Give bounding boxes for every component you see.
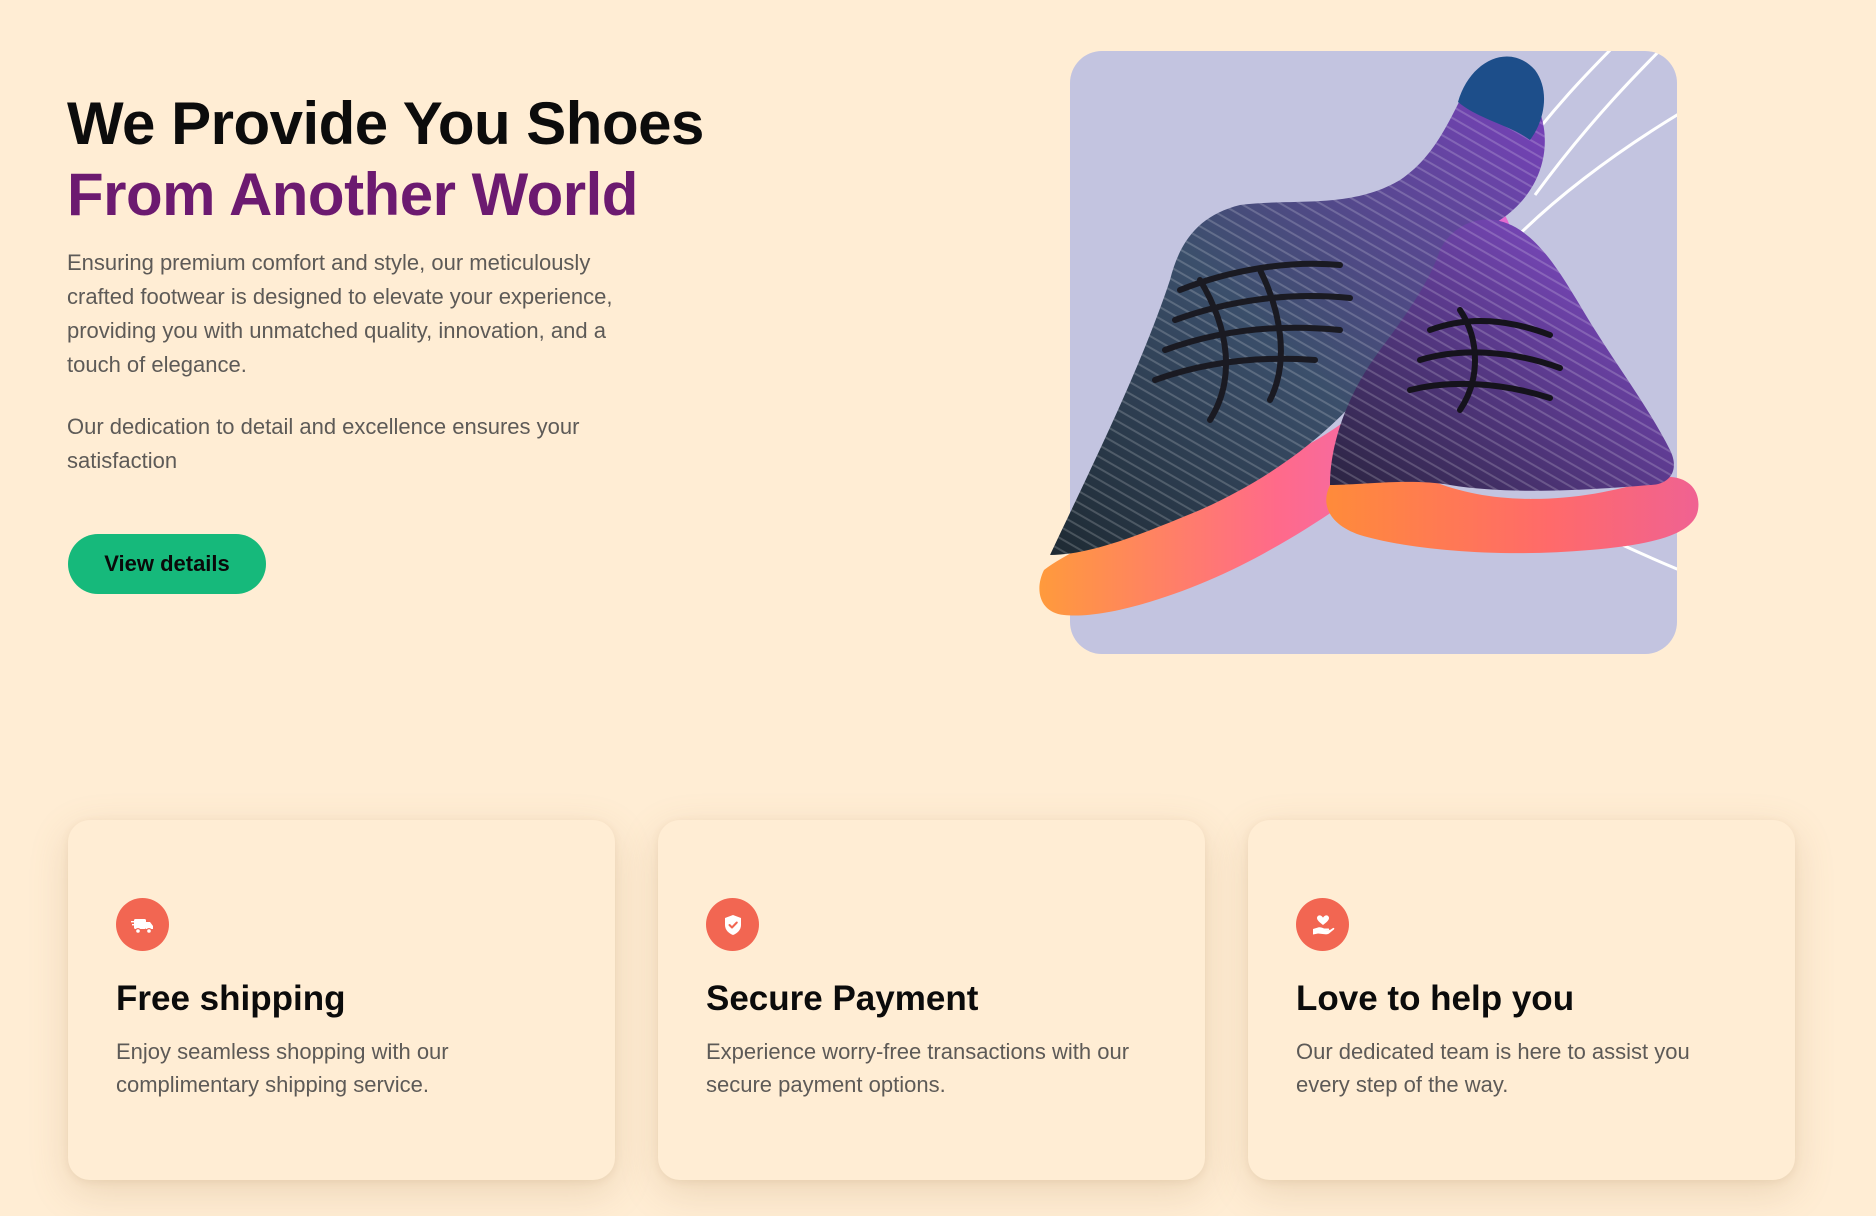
heart-hand-icon [1296,898,1349,951]
hero-description-secondary: Our dedication to detail and excellence … [67,414,580,473]
feature-title: Love to help you [1296,979,1575,1018]
headline-line-1: We Provide You Shoes [67,90,704,157]
shield-check-icon [706,898,759,951]
features-section: Free shipping Enjoy seamless shopping wi… [68,820,1796,1180]
view-details-button[interactable]: View details [68,534,266,594]
page: We Provide You Shoes From Another World … [0,0,1876,1216]
sneakers-image [1030,30,1750,670]
hero-headline: We Provide You Shoes From Another World [67,88,707,230]
feature-title: Secure Payment [706,979,979,1018]
feature-card-free-shipping: Free shipping Enjoy seamless shopping wi… [68,820,615,1180]
feature-description: Experience worry-free transactions with … [706,1039,1130,1097]
feature-description: Our dedicated team is here to assist you… [1296,1039,1690,1097]
delivery-truck-icon [116,898,169,951]
feature-card-secure-payment: Secure Payment Experience worry-free tra… [658,820,1205,1180]
hero-description: Ensuring premium comfort and style, our … [67,250,613,377]
hero-section: We Provide You Shoes From Another World … [67,88,707,478]
feature-title: Free shipping [116,979,346,1018]
headline-line-2: From Another World [67,161,638,228]
feature-description: Enjoy seamless shopping with our complim… [116,1039,449,1097]
feature-card-help: Love to help you Our dedicated team is h… [1248,820,1795,1180]
